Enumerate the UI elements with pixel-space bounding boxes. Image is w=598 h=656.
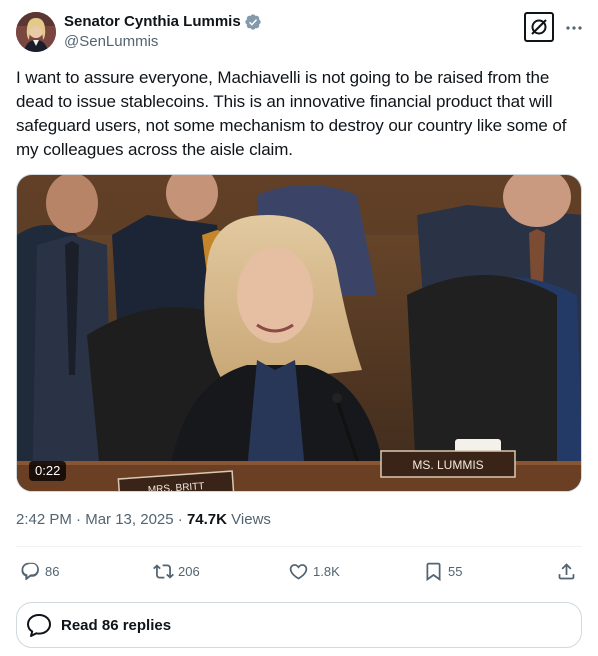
author-handle[interactable]: @SenLummis	[64, 32, 262, 52]
more-options-button[interactable]	[562, 16, 586, 40]
bookmark-button[interactable]: 55	[423, 556, 462, 586]
repost-count: 206	[178, 563, 200, 579]
grok-icon	[531, 19, 547, 35]
chat-bubble-icon	[27, 614, 51, 637]
grok-button[interactable]	[524, 12, 554, 42]
reply-count: 86	[45, 563, 60, 579]
like-button[interactable]: 1.8K	[288, 556, 340, 586]
meta-separator: ·	[76, 511, 82, 528]
read-replies-label: Read 86 replies	[61, 616, 172, 634]
author-display-name[interactable]: Senator Cynthia Lummis	[64, 12, 241, 32]
action-bar: 86 206 1.8K 55	[16, 556, 582, 586]
views-count: 74.7K	[186, 511, 227, 528]
more-dots-icon	[566, 26, 582, 30]
heart-icon	[289, 563, 308, 580]
video-player[interactable]: MS. LUMMIS MRS. BRITT 0:22	[16, 174, 582, 492]
author-info: Senator Cynthia Lummis @SenLummis	[64, 12, 262, 52]
nameplate-lummis: MS. LUMMIS	[412, 458, 483, 472]
tweet-meta: 2:42 PM · Mar 13, 2025 · 74.7K Views	[16, 510, 271, 530]
divider	[16, 546, 582, 547]
verified-badge-icon	[245, 14, 261, 30]
video-duration: 0:22	[29, 461, 67, 481]
share-button[interactable]	[556, 556, 577, 586]
tweet-header: Senator Cynthia Lummis @SenLummis	[16, 12, 582, 52]
tweet-text: I want to assure everyone, Machiavelli i…	[16, 68, 567, 159]
bookmark-icon	[426, 562, 441, 581]
meta-separator: ·	[177, 511, 183, 528]
repost-button[interactable]: 206	[153, 556, 200, 586]
avatar[interactable]	[16, 12, 56, 52]
like-count: 1.8K	[313, 563, 340, 579]
video-thumbnail: MS. LUMMIS MRS. BRITT	[17, 175, 581, 491]
read-replies-button[interactable]: Read 86 replies	[16, 602, 582, 648]
repost-icon	[153, 563, 174, 579]
share-icon	[558, 562, 575, 579]
reply-icon	[21, 562, 39, 580]
bookmark-count: 55	[448, 563, 463, 579]
tweet-date[interactable]: Mar 13, 2025	[85, 511, 173, 528]
tweet-time[interactable]: 2:42 PM	[16, 511, 72, 528]
reply-button[interactable]: 86	[20, 556, 59, 586]
views-label: Views	[231, 511, 271, 528]
